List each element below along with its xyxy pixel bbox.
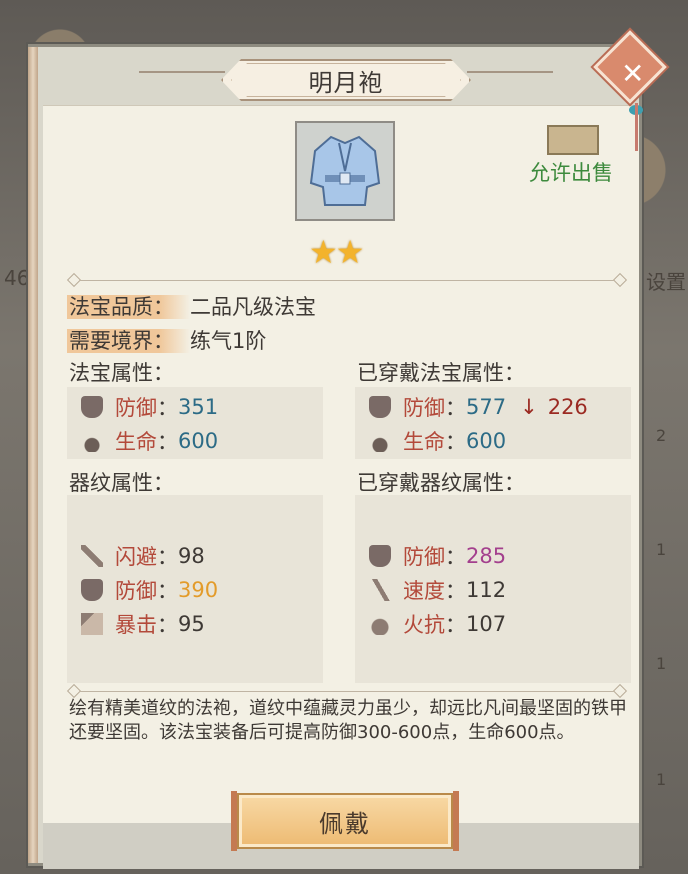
equip-button[interactable]: 佩戴 [237, 793, 453, 849]
item-description: 绘有精美道纹的法袍，道纹中蕴藏灵力虽少，却远比凡间最坚固的铁甲还要坚固。该法宝装… [69, 698, 627, 743]
divider-top [73, 280, 621, 281]
star-rating: ★★ [309, 233, 364, 271]
equipped-attrs-title: 已穿戴法宝属性： [357, 361, 525, 385]
quality-label: 法宝品质： [67, 295, 190, 319]
defense-icon [369, 545, 391, 567]
pattern-attr-crit: 暴击： 95 [81, 609, 205, 639]
sell-permit-icon [547, 125, 599, 155]
divider-bottom [73, 691, 621, 692]
speed-icon [369, 579, 391, 601]
attr-hp: 生命： 600 [81, 426, 218, 456]
equipped-attr-defense: 防御： 577 ↓ 226 [369, 392, 588, 422]
item-icon-frame [295, 121, 395, 221]
pattern-attr-dodge: 闪避： 98 [81, 541, 205, 571]
realm-row: 需要境界： 练气1阶 [67, 325, 266, 355]
pattern-attrs-title: 器纹属性： [69, 471, 174, 495]
crit-icon [81, 613, 103, 635]
equipped-pattern-speed: 速度： 112 [369, 575, 506, 605]
tassel [635, 103, 638, 151]
quality-row: 法宝品质： 二品凡级法宝 [67, 291, 316, 321]
title-rule-left [139, 71, 225, 73]
background-count: 46 [4, 266, 30, 290]
realm-value: 练气1阶 [190, 329, 267, 353]
button-cap-right [453, 791, 459, 851]
realm-label: 需要境界： [67, 329, 190, 353]
close-x-icon[interactable]: ✕ [621, 57, 644, 90]
defense-icon [369, 396, 391, 418]
life-icon [369, 430, 391, 452]
attr-defense: 防御： 351 [81, 392, 218, 422]
background-number: 1 [656, 770, 667, 789]
item-detail-dialog: 明月袍 ✕ ★★ 允许出售 法宝品质： 二品凡级法宝 需要境界： 练气1阶 法宝属性… [28, 30, 667, 869]
background-number: 1 [656, 540, 667, 559]
treasure-attrs-title: 法宝属性： [69, 361, 174, 385]
background-number: 2 [656, 426, 667, 445]
panel-left-edge [28, 47, 38, 863]
defense-icon [81, 396, 103, 418]
equipped-pattern-fire-res: 火抗： 107 [369, 609, 506, 639]
dialog-title: 明月袍 [231, 63, 461, 97]
decrease-arrow-icon: ↓ [520, 395, 538, 419]
quality-value: 二品凡级法宝 [190, 295, 316, 319]
background-settings: 设置 [646, 270, 686, 294]
life-icon [81, 430, 103, 452]
fire-icon [369, 613, 391, 635]
background-number: 1 [656, 654, 667, 673]
equipped-attr-hp: 生命： 600 [369, 426, 506, 456]
title-rule-right [467, 71, 553, 73]
robe-icon [309, 135, 381, 206]
equipped-pattern-title: 已穿戴器纹属性： [357, 471, 525, 495]
pattern-attr-defense: 防御： 390 [81, 575, 218, 605]
equipped-pattern-defense: 防御： 285 [369, 541, 506, 571]
dodge-icon [81, 545, 103, 567]
sell-permit-label: 允许出售 [529, 161, 613, 185]
defense-icon [81, 579, 103, 601]
defense-diff: 226 [547, 395, 588, 419]
